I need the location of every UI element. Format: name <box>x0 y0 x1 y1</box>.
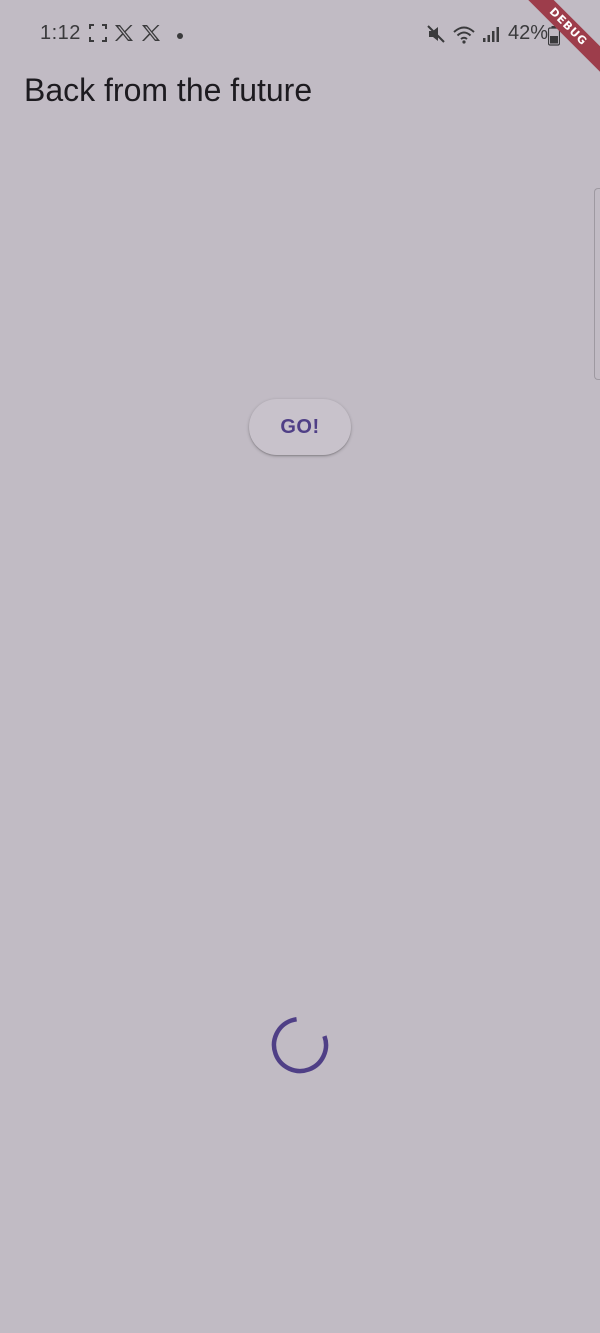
signal-icon <box>482 25 500 43</box>
status-bar: 1:12 42% <box>0 0 600 68</box>
app-bar: Back from the future <box>0 68 600 116</box>
page-title: Back from the future <box>24 72 313 108</box>
status-time: 1:12 <box>40 22 81 44</box>
status-right-icons: 42% <box>426 22 548 45</box>
screenshot-icon <box>89 24 107 47</box>
go-button[interactable]: GO! <box>249 399 351 455</box>
scroll-thumb[interactable] <box>594 188 600 380</box>
wifi-icon <box>452 24 476 44</box>
x-logo-icon <box>114 24 134 47</box>
app-screen: 1:12 42% DEBUG Back from the future GO! <box>0 0 600 1333</box>
battery-percent: 42% <box>507 22 548 44</box>
x-logo-icon <box>141 24 161 47</box>
notification-dot-icon <box>176 27 184 45</box>
status-left-icons <box>89 24 184 47</box>
loading-spinner-icon <box>271 1016 329 1074</box>
mute-icon <box>426 24 446 44</box>
